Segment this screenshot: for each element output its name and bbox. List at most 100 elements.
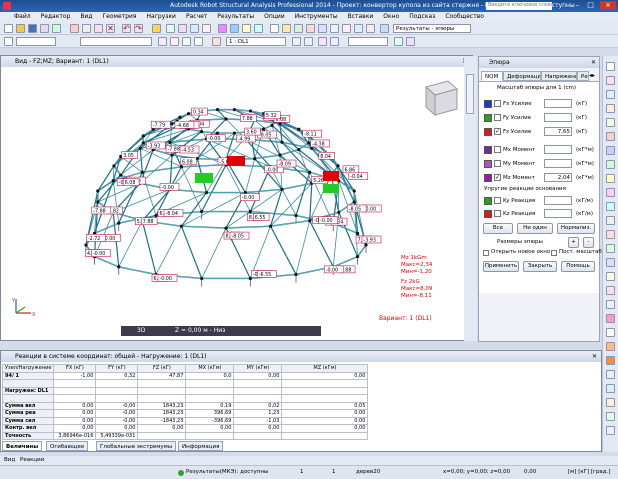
table-row[interactable]: Сумма вел 0,00 -0,00 1843,23 0,19 0,02 0,05 (1, 401, 369, 410)
structure-type-dropdown[interactable] (16, 37, 56, 46)
sections-icon[interactable] (606, 104, 615, 113)
info-icon[interactable] (354, 24, 363, 33)
help-search-input[interactable]: Введите ключевое слово/фразу (486, 2, 552, 10)
tab-stress[interactable]: Напряжение (541, 71, 577, 81)
app-icon[interactable] (3, 2, 11, 10)
my-scale-input[interactable] (544, 159, 572, 168)
my-checkbox[interactable] (494, 160, 501, 167)
help-button[interactable]: Помощь (561, 261, 595, 272)
bars-icon[interactable] (4, 37, 13, 46)
tools-icon[interactable] (606, 426, 615, 435)
tables-icon[interactable] (270, 24, 279, 33)
fx-color-swatch[interactable] (484, 100, 492, 108)
col-mz[interactable]: MZ (кГм) (281, 364, 369, 373)
reactions-table[interactable]: Узел/Нагружение FX (кГ) FY (кГ) FZ (кГ) … (1, 364, 369, 440)
case-icon[interactable] (212, 37, 221, 46)
menu-help[interactable]: Подсказ (404, 12, 440, 22)
menu-community[interactable]: Сообщество (440, 12, 489, 22)
col-fy[interactable]: FY (кГ) (95, 364, 139, 373)
drawings-icon[interactable] (606, 384, 615, 393)
release-icon[interactable] (182, 37, 191, 46)
results-layout-icon[interactable] (380, 24, 389, 33)
redo-icon[interactable]: ↷ (134, 24, 143, 33)
fy-color-swatch[interactable] (484, 114, 492, 122)
mx-color-swatch[interactable] (484, 146, 492, 154)
ky-color-swatch[interactable] (484, 197, 492, 205)
print-icon[interactable] (40, 24, 49, 33)
table-row[interactable]: Точность 3,86946e-016 5,49339e-031 (1, 431, 369, 440)
maps-icon[interactable] (606, 258, 615, 267)
mz-checkbox[interactable]: ✓ (494, 174, 501, 181)
calculate-icon[interactable] (152, 24, 161, 33)
col-mx[interactable]: MX (кГм) (185, 364, 235, 373)
maximize-icon[interactable]: □ (585, 1, 596, 10)
fy-scale-input[interactable] (544, 113, 572, 122)
close-button[interactable]: Закрыть (523, 261, 557, 272)
view-mode-3d[interactable]: 3D (137, 326, 145, 336)
mz-scale-input[interactable]: 2,04 (544, 173, 572, 182)
print-compose-icon[interactable] (606, 398, 615, 407)
meshing-icon[interactable] (606, 174, 615, 183)
structure-view-window[interactable]: Вид - FZ;MZ; Вариант: 1 (DL1) ✕ 7.88 7.88… (0, 55, 473, 341)
reactions-icon[interactable] (606, 300, 615, 309)
combination-icon[interactable] (318, 37, 327, 46)
table-close-icon[interactable]: ✕ (592, 351, 597, 362)
notes-icon[interactable] (282, 24, 291, 33)
tab-deformation[interactable]: Деформация (503, 71, 541, 81)
mx-scale-input[interactable] (544, 145, 572, 154)
menu-view[interactable]: Вид (75, 12, 97, 22)
releases-icon[interactable] (606, 132, 615, 141)
kz-scale-input[interactable] (544, 209, 572, 218)
my-color-swatch[interactable] (484, 160, 492, 168)
panels-icon[interactable] (606, 160, 615, 169)
export-icon[interactable] (606, 412, 615, 421)
fz-checkbox[interactable]: ✓ (494, 128, 501, 135)
zoom-icon[interactable] (166, 24, 175, 33)
menu-results[interactable]: Результаты (212, 12, 259, 22)
tabs-scroll-icon[interactable]: ◂▸ (589, 72, 595, 79)
rotate-icon[interactable] (190, 24, 199, 33)
col-fx[interactable]: FX (кГ) (53, 364, 97, 373)
preview-icon[interactable] (52, 24, 61, 33)
col-node[interactable]: Узел/Нагружение (1, 364, 55, 373)
bar-definition-icon[interactable] (606, 62, 615, 71)
node-icon[interactable] (158, 37, 167, 46)
pan-icon[interactable] (178, 24, 187, 33)
menu-add-ins[interactable]: Вставки (343, 12, 379, 22)
table-row[interactable]: Нагружен: DL1 (1, 386, 369, 395)
apply-button[interactable]: Применить (483, 261, 519, 272)
view-cube[interactable] (424, 80, 459, 117)
undo-icon[interactable]: ↶ (122, 24, 131, 33)
fy-checkbox[interactable] (494, 114, 501, 121)
layers-icon[interactable] (230, 24, 239, 33)
open-new-window-checkbox[interactable] (483, 250, 489, 256)
select-none-button[interactable]: Ни один (517, 223, 553, 234)
bar-section-dropdown[interactable] (80, 37, 152, 46)
menu-geometry[interactable]: Геометрия (97, 12, 141, 22)
supports-icon[interactable] (606, 90, 615, 99)
tab-global-extremes[interactable]: Глобальные экстремумы (96, 441, 177, 451)
design-icon[interactable] (606, 314, 615, 323)
offset-icon[interactable] (194, 37, 203, 46)
table-row[interactable]: Контр. вел 0,00 0,00 0,00 0,00 0,00 0,00 (1, 424, 369, 433)
copy-icon[interactable] (82, 24, 91, 33)
cut-icon[interactable] (70, 24, 79, 33)
menu-loads[interactable]: Нагрузки (142, 12, 181, 22)
vertical-tab-label[interactable] (466, 74, 474, 114)
menu-window[interactable]: Окно (378, 12, 404, 22)
tab-info[interactable]: Информация (178, 441, 224, 451)
tab-envelope[interactable]: Огибающее (46, 441, 89, 451)
tab-nqm[interactable]: NQM (481, 71, 503, 81)
mx-checkbox[interactable] (494, 146, 501, 153)
steel-design-icon[interactable] (606, 328, 615, 337)
select-icon[interactable] (202, 24, 211, 33)
snap-icon[interactable] (242, 24, 251, 33)
menu-file[interactable]: Файл (0, 12, 36, 22)
combinations-icon[interactable] (606, 216, 615, 225)
paste-icon[interactable] (94, 24, 103, 33)
view-xz-icon[interactable] (406, 37, 415, 46)
ky-scale-input[interactable] (544, 196, 572, 205)
panel-close-icon[interactable]: ✕ (591, 57, 596, 68)
timber-design-icon[interactable] (606, 356, 615, 365)
fz-color-swatch[interactable] (484, 128, 492, 136)
